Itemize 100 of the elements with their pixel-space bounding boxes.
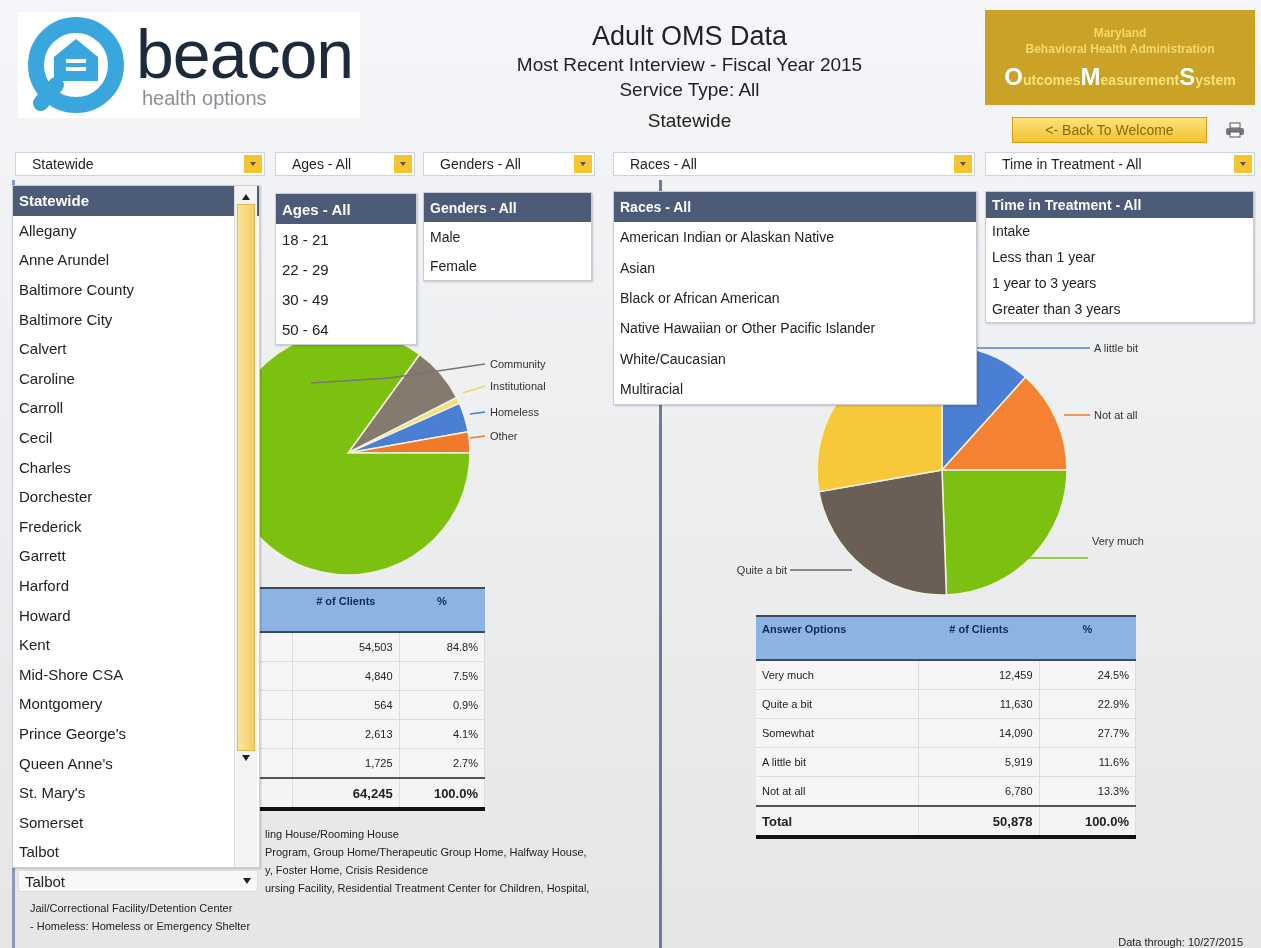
chart-label: Homeless: [490, 406, 539, 418]
note-text: Jail/Correctional Facility/Detention Center: [30, 901, 234, 916]
dropdown-option[interactable]: White/Caucasian: [614, 343, 976, 374]
table-cell: 4.1%: [399, 719, 485, 749]
leader-line: [469, 411, 486, 415]
county-select[interactable]: Talbot: [18, 870, 258, 892]
dropdown-option[interactable]: Somerset: [13, 807, 259, 838]
table-cell: 11,630: [918, 689, 1040, 719]
dropdown-option[interactable]: Talbot: [13, 837, 259, 867]
dropdown-option[interactable]: Less than 1 year: [986, 244, 1253, 270]
note-text: - Homeless: Homeless or Emergency Shelter: [30, 919, 252, 934]
table-cell: Somewhat: [756, 718, 919, 748]
table-cell: Quite a bit: [756, 689, 919, 719]
table-cell: 84.8%: [399, 632, 485, 662]
dropdown-arrow-icon: [250, 162, 256, 166]
chart-label: Very much: [1092, 535, 1144, 547]
filter-dropdown[interactable]: Ages - All: [275, 152, 415, 176]
column-header: %: [399, 588, 485, 632]
dropdown-option[interactable]: Multiracial: [614, 373, 976, 405]
dropdown-option[interactable]: Ages - All: [276, 194, 416, 224]
banner-state: Maryland: [1093, 24, 1147, 41]
dropdown-arrow-icon: [400, 162, 406, 166]
note-text: ling House/Rooming House: [265, 827, 400, 842]
table-cell: Very much: [756, 660, 919, 690]
dropdown-option[interactable]: American Indian or Alaskan Native: [614, 222, 976, 253]
dropdown-arrow-icon: [580, 162, 586, 166]
leader-line: [469, 435, 486, 439]
total-cell: 100.0%: [1039, 806, 1136, 837]
column-header: Answer Options: [756, 616, 919, 660]
dropdown-option[interactable]: 1 year to 3 years: [986, 270, 1253, 296]
dropdown-option[interactable]: Time in Treatment - All: [986, 192, 1253, 218]
table-cell: 564: [292, 690, 400, 720]
table-cell: 27.7%: [1039, 718, 1136, 748]
filter-dropdown[interactable]: Statewide: [15, 152, 265, 176]
house-circle-icon: [26, 15, 126, 115]
dropdown-arrow-icon: [960, 162, 966, 166]
dropdown-option[interactable]: Genders - All: [424, 193, 591, 222]
chart-label: Institutional: [490, 380, 546, 392]
column-header: %: [1039, 616, 1136, 660]
banner-system-name: OutcomesMeasurementSystem: [1004, 62, 1236, 91]
table-cell: 54,503: [292, 632, 400, 662]
dropdown-option[interactable]: 50 - 64: [276, 314, 416, 344]
dropdown-option[interactable]: Black or African American: [614, 282, 976, 314]
banner-agency: Behavioral Health Administration: [1025, 40, 1215, 57]
chart-label: Other: [490, 430, 518, 442]
table-cell: 2.7%: [399, 748, 485, 778]
dropdown-option[interactable]: Montgomery: [13, 689, 259, 719]
column-header: # of Clients: [292, 588, 400, 632]
chart-label: Not at all: [1094, 409, 1138, 421]
dropdown-option[interactable]: Male: [424, 222, 591, 251]
filter-dropdown[interactable]: Genders - All: [423, 152, 595, 176]
dropdown-option[interactable]: Howard: [13, 600, 259, 630]
dropdown-option[interactable]: 18 - 21: [276, 224, 416, 254]
table-cell: 13.3%: [1039, 776, 1136, 806]
data-through-date: Data through: 10/27/2015: [1118, 936, 1243, 948]
note-text: y, Foster Home, Crisis Residence: [265, 863, 429, 878]
scrollbar[interactable]: [234, 186, 257, 867]
scroll-down-icon[interactable]: [242, 755, 250, 761]
logo-wordmark: beacon: [136, 20, 354, 87]
dropdown-option[interactable]: Carroll: [13, 393, 259, 423]
dropdown-option[interactable]: Greater than 3 years: [986, 296, 1253, 322]
dropdown-option[interactable]: Statewide: [13, 186, 259, 216]
total-cell: 50,878: [918, 806, 1040, 837]
dropdown-option[interactable]: 22 - 29: [276, 254, 416, 284]
table-cell: A little bit: [756, 747, 919, 777]
leader-line: [1063, 414, 1091, 416]
table-cell: 2,613: [292, 719, 400, 749]
dropdown-arrow-icon: [1240, 162, 1246, 166]
service-type-label: Service Type: All: [619, 78, 760, 102]
chart-label: Quite a bit: [736, 564, 787, 576]
note-text: ursing Facility, Residential Treatment Center for Children, Hospital,: [265, 881, 591, 896]
dropdown-option[interactable]: Native Hawaiian or Other Pacific Islander: [614, 313, 976, 344]
table-cell: 7.5%: [399, 661, 485, 691]
table-cell: 5,919: [918, 747, 1040, 777]
scrollbar-thumb[interactable]: [237, 204, 255, 751]
dropdown-option[interactable]: Intake: [986, 218, 1253, 244]
table-cell: 11.6%: [1039, 747, 1136, 777]
note-text: Program, Group Home/Therapeutic Group Home, Halfway House,: [265, 845, 588, 860]
chart-label: Community: [490, 358, 546, 370]
dropdown-option[interactable]: Anne Arundel: [13, 245, 259, 275]
dropdown-option[interactable]: Garrett: [13, 541, 259, 571]
filter-dropdown[interactable]: Time in Treatment - All: [985, 152, 1255, 176]
report-title: Adult OMS Data: [591, 20, 788, 52]
table-cell: 1,725: [292, 748, 400, 778]
dropdown-option[interactable]: Female: [424, 251, 591, 280]
dropdown-option[interactable]: Queen Anne's: [13, 748, 259, 778]
table-cell: 0.9%: [399, 690, 485, 720]
chart-label: A little bit: [1094, 342, 1139, 354]
logo-tagline: health options: [142, 86, 268, 110]
dropdown-option[interactable]: 30 - 49: [276, 284, 416, 314]
printer-icon[interactable]: [1225, 122, 1245, 138]
back-button[interactable]: <- Back To Welcome: [1012, 117, 1207, 143]
dropdown-arrow-icon: [243, 878, 251, 884]
dropdown-option[interactable]: Asian: [614, 252, 976, 283]
dropdown-option[interactable]: Baltimore City: [13, 304, 259, 334]
scroll-up-icon[interactable]: [242, 194, 250, 200]
table-cell: 12,459: [918, 660, 1040, 690]
dropdown-option[interactable]: Charles: [13, 452, 259, 482]
dropdown-option[interactable]: Races - All: [614, 192, 976, 223]
filter-dropdown[interactable]: Races - All: [613, 152, 975, 176]
